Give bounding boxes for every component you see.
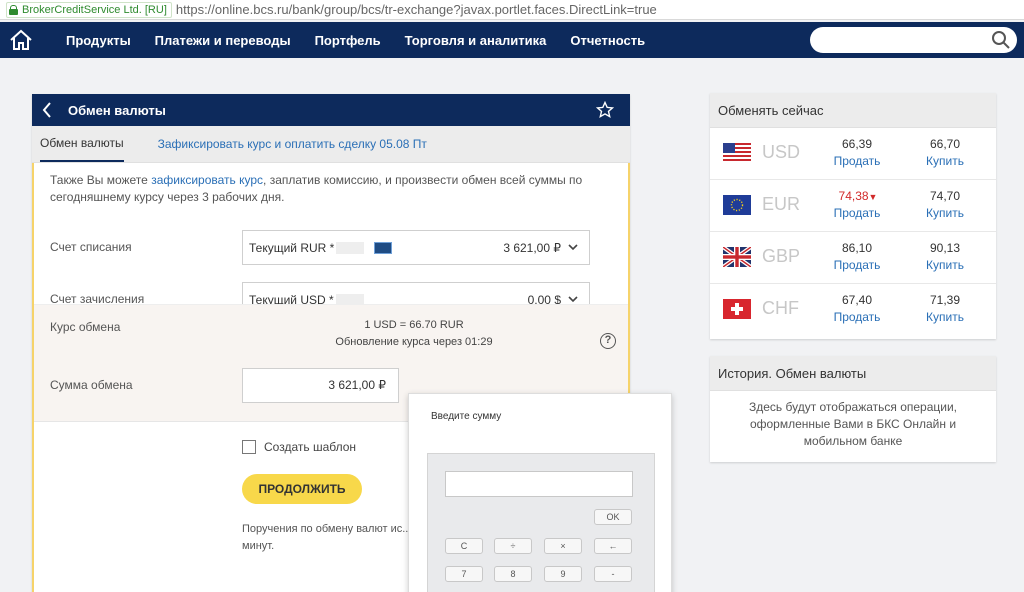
sell-chf-link[interactable]: Продать — [824, 310, 890, 324]
swiss-flag-icon — [723, 299, 751, 319]
sell-usd-link[interactable]: Продать — [824, 154, 890, 168]
tab-exchange[interactable]: Обмен валюты — [40, 126, 124, 162]
debit-label: Счет списания — [50, 240, 132, 254]
help-icon[interactable]: ? — [600, 333, 616, 349]
history-card: История. Обмен валюты Здесь будут отобра… — [710, 356, 996, 462]
search-input[interactable] — [810, 27, 1017, 53]
debit-account-row: Счет списания Текущий RUR * 3 621,00 ₽ — [34, 227, 628, 267]
sell-gbp-link[interactable]: Продать — [824, 258, 890, 272]
create-template-checkbox[interactable]: Создать шаблон — [242, 440, 356, 454]
sum-input[interactable]: 3 621,00 ₽ — [242, 368, 399, 403]
checkbox[interactable] — [242, 440, 256, 454]
rate-value: 1 USD = 66.70 RUR — [364, 319, 464, 331]
fix-rate-link[interactable]: зафиксировать курс — [151, 173, 263, 187]
card-icon — [374, 241, 393, 254]
nav-item-products[interactable]: Продукты — [66, 33, 131, 48]
search-icon[interactable] — [991, 30, 1011, 50]
calculator-display[interactable] — [445, 471, 633, 497]
sell-rate: 86,10 — [841, 241, 873, 255]
currency-row-usd: USD 66,39 66,70 Продать Купить — [710, 128, 996, 180]
history-title: История. Обмен валюты — [710, 356, 996, 391]
calc-key-7[interactable]: 7 — [445, 566, 483, 582]
amount-calculator-popup: Введите сумму OK C ÷ × ← 7 8 9 - — [408, 393, 672, 592]
calc-key-9[interactable]: 9 — [544, 566, 582, 582]
currency-code: EUR — [762, 194, 801, 214]
tab-fix-rate[interactable]: Зафиксировать курс и оплатить сделку 05.… — [158, 126, 427, 162]
buy-rate: 66,70 — [929, 137, 961, 151]
calc-key-multiply[interactable]: × — [544, 538, 582, 554]
history-empty-text: Здесь будут отображаться операции, оформ… — [748, 400, 958, 448]
calc-key-8[interactable]: 8 — [494, 566, 532, 582]
info-text: Также Вы можете зафиксировать курс, запл… — [34, 163, 628, 213]
eu-flag-icon — [723, 195, 751, 215]
note-text: Поручения по обмену валют ис... минут. — [242, 523, 412, 552]
us-flag-icon — [723, 143, 751, 163]
uk-flag-icon — [723, 247, 751, 267]
rate-update-timer: Обновление курса через 01:29 — [335, 336, 493, 348]
calc-key-divide[interactable]: ÷ — [494, 538, 532, 554]
panel-title: Обмен валюты — [68, 102, 166, 118]
sell-rate: 67,40 — [841, 293, 873, 307]
debit-account-select[interactable]: Текущий RUR * 3 621,00 ₽ — [242, 230, 590, 265]
buy-usd-link[interactable]: Купить — [912, 154, 978, 168]
calc-key-minus[interactable]: - — [594, 566, 632, 582]
nav-item-payments[interactable]: Платежи и переводы — [155, 33, 291, 48]
sell-rate-down: 74,38▼ — [828, 189, 888, 203]
debit-amount: 3 621,00 ₽ — [503, 240, 561, 255]
currency-row-chf: CHF 67,40 71,39 Продать Купить — [710, 284, 996, 336]
buy-rate: 90,13 — [929, 241, 961, 255]
panel-header: Обмен валюты — [32, 94, 630, 126]
currency-code: GBP — [762, 246, 801, 266]
certificate-label: BrokerCreditService Ltd. [RU] — [22, 3, 167, 16]
chevron-left-icon — [42, 102, 51, 118]
url-text[interactable]: https://online.bcs.ru/bank/group/bcs/tr-… — [176, 2, 657, 17]
buy-gbp-link[interactable]: Купить — [912, 258, 978, 272]
home-icon — [10, 29, 32, 50]
panel-tabs: Обмен валюты Зафиксировать курс и оплати… — [32, 126, 630, 163]
continue-button[interactable]: ПРОДОЛЖИТЬ — [242, 474, 362, 504]
chevron-down-icon — [568, 296, 578, 303]
nav-item-reports[interactable]: Отчетность — [570, 33, 645, 48]
buy-rate: 74,70 — [929, 189, 961, 203]
calc-key-clear[interactable]: C — [445, 538, 483, 554]
info-text-before: Также Вы можете — [50, 173, 152, 187]
calc-key-backspace[interactable]: ← — [594, 538, 632, 554]
exchange-now-card: Обменять сейчас USD 66,39 66,70 Продать … — [710, 93, 996, 339]
home-button[interactable] — [0, 22, 42, 58]
arrow-down-icon: ▼ — [868, 192, 878, 202]
sum-label: Сумма обмена — [50, 378, 133, 392]
sell-rate: 66,39 — [841, 137, 873, 151]
currency-code: CHF — [762, 298, 799, 318]
sell-rate: 74,38 — [838, 189, 869, 203]
currency-row-gbp: GBP 86,10 90,13 Продать Купить — [710, 232, 996, 284]
nav-item-portfolio[interactable]: Портфель — [315, 33, 381, 48]
star-icon[interactable] — [596, 101, 614, 119]
debit-account-name: Текущий RUR * — [249, 240, 335, 255]
back-button[interactable] — [34, 94, 60, 126]
calc-ok-button[interactable]: OK — [594, 509, 632, 525]
calculator-title: Введите сумму — [431, 411, 502, 422]
buy-eur-link[interactable]: Купить — [912, 206, 978, 220]
calculator-body: OK C ÷ × ← 7 8 9 - — [427, 453, 655, 592]
buy-chf-link[interactable]: Купить — [912, 310, 978, 324]
top-navbar: Продукты Платежи и переводы Портфель Тор… — [0, 22, 1024, 58]
lock-icon — [9, 4, 18, 15]
chevron-down-icon — [568, 244, 578, 251]
rate-label: Курс обмена — [50, 320, 121, 334]
nav-item-trading[interactable]: Торговля и аналитика — [405, 33, 547, 48]
masked-number — [336, 241, 365, 254]
certificate-badge[interactable]: BrokerCreditService Ltd. [RU] — [6, 1, 172, 18]
sell-eur-link[interactable]: Продать — [824, 206, 890, 220]
exchange-now-title: Обменять сейчас — [710, 93, 996, 128]
address-bar[interactable]: BrokerCreditService Ltd. [RU] https://on… — [0, 0, 1024, 20]
buy-rate: 71,39 — [929, 293, 961, 307]
currency-code: USD — [762, 142, 801, 162]
create-template-label: Создать шаблон — [264, 440, 357, 454]
currency-row-eur: EUR 74,38▼ 74,70 Продать Купить — [710, 180, 996, 232]
